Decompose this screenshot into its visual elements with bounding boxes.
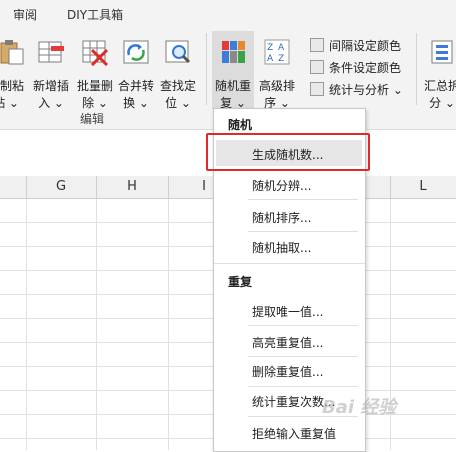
interval-color-label: 间隔设定颜色: [329, 39, 402, 53]
copy-paste-button[interactable]: 复制粘贴 ⌄: [0, 35, 26, 110]
menu-item-random-sort[interactable]: 随机排序...: [252, 209, 311, 226]
ribbon-tab-bar: 审阅 DIY工具箱: [0, 0, 456, 27]
advanced-sort-label-1: 高级排: [258, 79, 295, 93]
column-header-f[interactable]: [0, 176, 27, 198]
watermark: Bai 经验: [322, 397, 397, 418]
menu-item-highlight-duplicates[interactable]: 高亮重复值...: [252, 334, 323, 351]
find-locate-label-2: 位 ⌄: [165, 96, 191, 110]
batch-delete-label-1: 批量删: [76, 79, 113, 93]
sort-letter: A: [267, 54, 274, 64]
group-label-edit: 编辑: [80, 112, 105, 126]
menu-separator: [248, 199, 358, 200]
sort-letter: A: [278, 43, 285, 53]
menu-item-extract-unique[interactable]: 提取唯一值...: [252, 303, 323, 320]
copy-paste-label-1: 复制粘: [0, 79, 24, 93]
batch-delete-button[interactable]: 批量删除 ⌄: [74, 35, 116, 110]
advanced-sort-button[interactable]: Z A A Z 高级排序 ⌄: [256, 35, 298, 110]
stripe-icon: [310, 38, 324, 52]
menu-item-random-group[interactable]: 随机分辨...: [252, 177, 311, 194]
column-line: [168, 199, 169, 450]
random-repeat-label-1: 随机重: [214, 79, 251, 93]
menu-item-random-pick[interactable]: 随机抽取...: [252, 239, 311, 256]
column-header-g[interactable]: G: [26, 176, 97, 198]
find-locate-button[interactable]: 查找定位 ⌄: [157, 35, 199, 110]
menu-section-divider: [214, 263, 365, 264]
summary-split-button[interactable]: 汇总拆分 ⌄: [421, 35, 456, 110]
condition-icon: [310, 60, 324, 74]
magnifier-icon: [165, 40, 191, 64]
ribbon-separator: [416, 33, 417, 105]
color-grid-icon: [222, 41, 245, 63]
sort-az-icon: Z A A Z: [264, 39, 290, 65]
menu-separator: [248, 386, 358, 387]
copy-paste-label-2: 贴 ⌄: [0, 96, 19, 110]
stats-analysis-label: 统计与分析 ⌄: [329, 83, 403, 97]
menu-separator: [248, 325, 358, 326]
convert-icon: [123, 40, 149, 64]
condition-color-label: 条件设定颜色: [329, 61, 402, 75]
menu-separator: [248, 356, 358, 357]
random-repeat-button[interactable]: 随机重复 ⌄: [212, 31, 254, 110]
insert-table-icon: [38, 41, 64, 63]
menu-section-repeat: 重复: [228, 275, 253, 289]
find-locate-label-1: 查找定: [159, 79, 196, 93]
menu-section-random: 随机: [228, 118, 253, 132]
summary-split-label-1: 汇总拆: [423, 79, 456, 93]
stats-icon: [310, 82, 324, 96]
new-insert-button[interactable]: 新增插入 ⌄: [30, 35, 72, 110]
summary-icon: [431, 40, 453, 64]
tab-review[interactable]: 审阅: [13, 6, 37, 23]
interval-color-button[interactable]: 间隔设定颜色: [310, 37, 401, 57]
new-insert-label-1: 新增插: [32, 79, 69, 93]
column-header-l[interactable]: L: [390, 176, 456, 198]
annotation-highlight-box: [206, 133, 370, 171]
sort-letter: Z: [278, 54, 284, 64]
ribbon-separator: [206, 33, 207, 105]
column-header-h[interactable]: H: [96, 176, 169, 198]
stats-analysis-button[interactable]: 统计与分析 ⌄: [310, 81, 403, 101]
menu-item-delete-duplicates[interactable]: 删除重复值...: [252, 363, 323, 380]
merge-convert-label-2: 换 ⌄: [123, 96, 149, 110]
column-line: [26, 199, 27, 450]
summary-split-label-2: 分 ⌄: [429, 96, 455, 110]
new-insert-label-2: 入 ⌄: [38, 96, 64, 110]
merge-convert-label-1: 合并转: [117, 79, 154, 93]
delete-table-icon: [82, 40, 109, 66]
menu-separator: [248, 231, 358, 232]
tab-diy-toolbox[interactable]: DIY工具箱: [67, 6, 123, 23]
condition-color-button[interactable]: 条件设定颜色: [310, 59, 401, 79]
menu-item-reject-duplicate-input[interactable]: 拒绝输入重复值: [252, 425, 336, 442]
column-line: [96, 199, 97, 450]
merge-convert-button[interactable]: 合并转换 ⌄: [115, 35, 157, 110]
clipboard-icon: [0, 40, 24, 65]
sort-letter: Z: [267, 43, 273, 53]
